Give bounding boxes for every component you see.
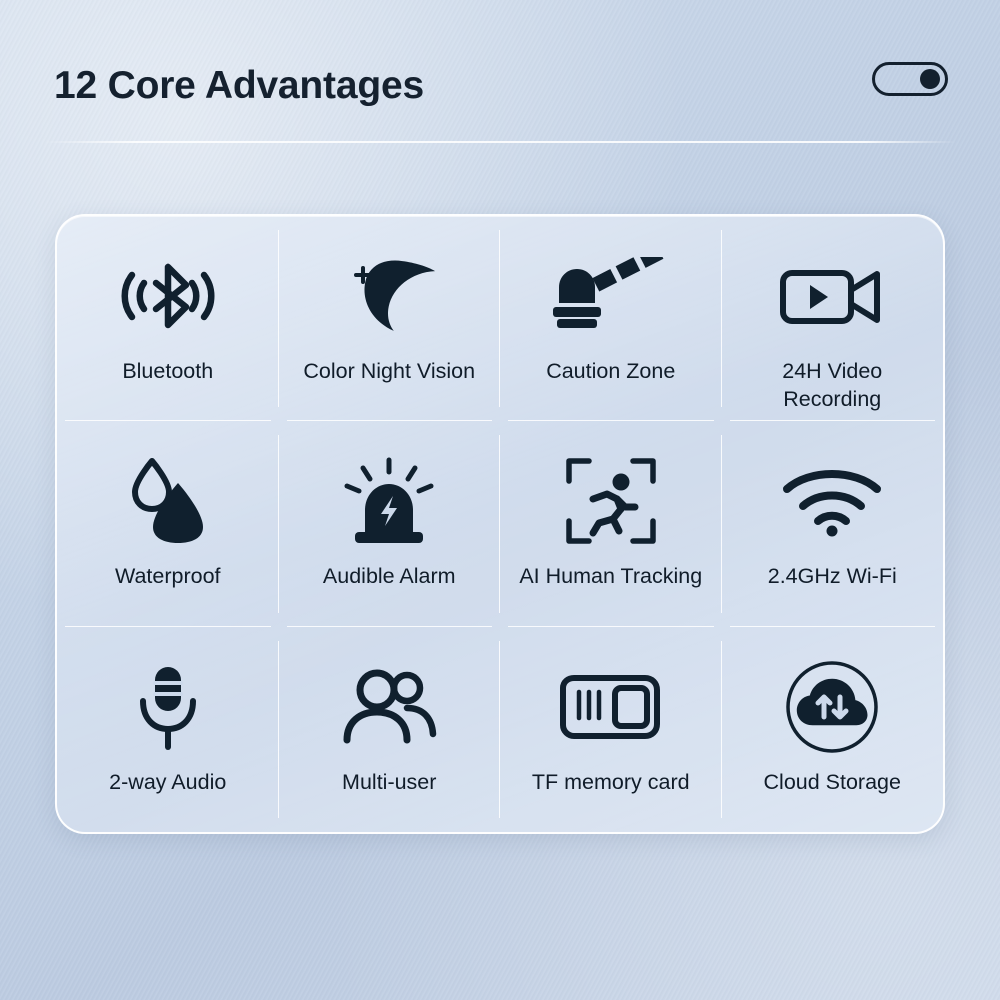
video-camera-icon bbox=[777, 248, 887, 344]
wifi-icon bbox=[779, 453, 885, 549]
feature-label: Multi-user bbox=[342, 769, 437, 794]
feature-label: Caution Zone bbox=[546, 359, 676, 383]
feature-label: Bluetooth bbox=[122, 359, 214, 383]
feature-cell-wifi[interactable]: 2.4GHz Wi-Fi bbox=[722, 421, 944, 627]
feature-cell-2-way-audio[interactable]: 2-way Audio bbox=[57, 627, 279, 832]
moon-stars-icon bbox=[337, 248, 441, 344]
feature-label: AI Human Tracking bbox=[519, 564, 703, 589]
feature-cell-tf-memory-card[interactable]: TF memory card bbox=[500, 627, 722, 832]
microphone-icon bbox=[129, 659, 207, 755]
page-title: 12 Core Advantages bbox=[54, 64, 424, 107]
feature-label: 24H Video Recording bbox=[782, 359, 883, 411]
cloud-storage-icon bbox=[784, 659, 880, 755]
feature-cell-waterproof[interactable]: Waterproof bbox=[57, 421, 279, 627]
feature-cell-audible-alarm[interactable]: Audible Alarm bbox=[279, 421, 501, 627]
feature-cell-color-night-vision[interactable]: Color Night Vision bbox=[279, 216, 501, 422]
memory-card-icon bbox=[559, 659, 663, 755]
feature-label: Audible Alarm bbox=[322, 564, 456, 589]
barrier-gate-icon bbox=[545, 248, 677, 344]
siren-alarm-icon bbox=[339, 453, 439, 549]
toggle-knob bbox=[920, 69, 940, 89]
bluetooth-icon bbox=[110, 248, 226, 344]
water-drops-icon bbox=[121, 453, 215, 549]
human-tracking-icon bbox=[563, 453, 659, 549]
feature-label: TF memory card bbox=[531, 769, 690, 794]
feature-label: Waterproof bbox=[114, 564, 221, 589]
multi-user-icon bbox=[337, 659, 441, 755]
feature-cell-multi-user[interactable]: Multi-user bbox=[279, 627, 501, 832]
header: 12 Core Advantages bbox=[0, 0, 1000, 143]
feature-label: 2-way Audio bbox=[109, 769, 227, 794]
feature-cell-cloud-storage[interactable]: Cloud Storage bbox=[722, 627, 944, 832]
feature-cell-caution-zone[interactable]: Caution Zone bbox=[500, 216, 722, 422]
feature-label: Cloud Storage bbox=[763, 769, 901, 794]
feature-label: 2.4GHz Wi-Fi bbox=[767, 564, 897, 589]
feature-cell-24h-video-recording[interactable]: 24H Video Recording bbox=[722, 216, 944, 422]
feature-label: Color Night Vision bbox=[303, 359, 476, 383]
power-toggle[interactable] bbox=[872, 62, 948, 96]
features-grid: Bluetooth Color Night Vision Caution Zon… bbox=[55, 214, 945, 834]
feature-cell-ai-human-tracking[interactable]: AI Human Tracking bbox=[500, 421, 722, 627]
advantages-infographic: 12 Core Advantages Bluetooth Color Night… bbox=[0, 0, 1000, 1000]
feature-cell-bluetooth[interactable]: Bluetooth bbox=[57, 216, 279, 422]
header-divider bbox=[44, 141, 956, 143]
